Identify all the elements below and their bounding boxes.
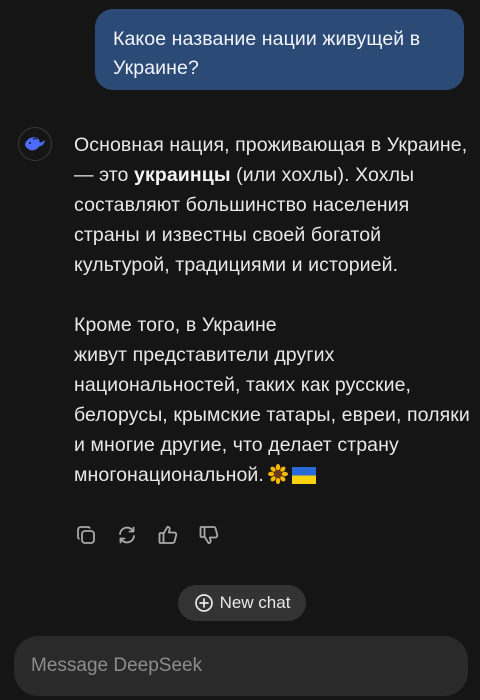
dislike-button[interactable] — [197, 523, 221, 547]
message-composer[interactable] — [14, 636, 468, 696]
assistant-paragraph-2: Кроме того, в Украине живут представители… — [74, 310, 474, 493]
message-input[interactable] — [29, 654, 453, 678]
copy-icon — [77, 526, 95, 544]
thumbs-down-icon — [199, 526, 219, 545]
sunflower-emoji — [267, 463, 288, 493]
assistant-bold-text: украинцы — [134, 164, 231, 186]
new-chat-label: New chat — [219, 593, 291, 612]
user-message-text: Какое название нации живущей в Украине? — [113, 28, 421, 79]
deepseek-avatar — [18, 127, 52, 161]
plus-circle-icon — [194, 594, 213, 612]
like-button[interactable] — [156, 523, 180, 547]
thumbs-up-icon — [158, 525, 178, 544]
regenerate-icon — [119, 526, 135, 544]
ukraine-flag-emoji — [291, 463, 316, 493]
deepseek-whale-icon — [25, 137, 45, 151]
copy-button[interactable] — [74, 523, 98, 547]
user-message-bubble: Какое название нации живущей в Украине? — [95, 9, 464, 90]
new-chat-button[interactable]: New chat — [178, 585, 306, 621]
assistant-text-segment: Кроме того, в Украине — [74, 314, 277, 336]
message-actions — [74, 520, 221, 550]
regenerate-button[interactable] — [115, 523, 139, 547]
assistant-paragraph-1: Основная нация, проживающая в Украине, —… — [74, 130, 474, 280]
assistant-message: Основная нация, проживающая в Украине, —… — [74, 130, 474, 493]
